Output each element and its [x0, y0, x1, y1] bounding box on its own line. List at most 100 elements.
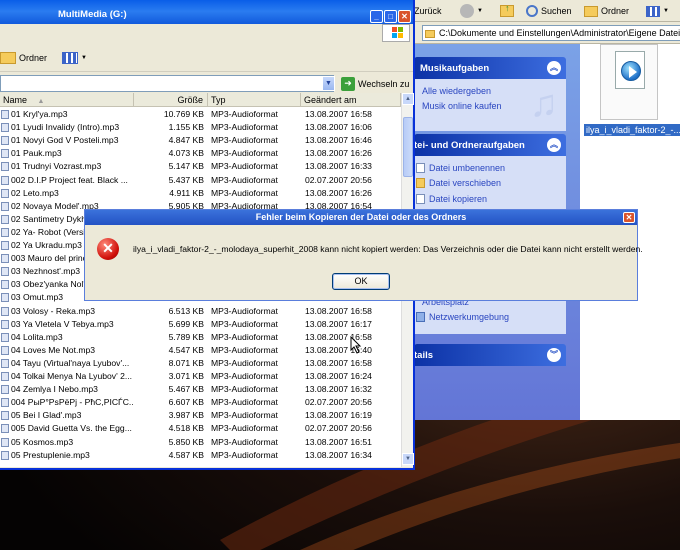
- address-input[interactable]: [0, 75, 334, 92]
- file-row[interactable]: 04 Lolita.mp3 5.789 KB MP3-Audioformat 13.0…: [0, 331, 401, 344]
- mp3-file-icon: [1, 411, 9, 421]
- mp3-file-icon: [1, 358, 9, 368]
- go-button[interactable]: ➜ Wechseln zu: [341, 75, 411, 92]
- file-size: 5.789 KB: [168, 331, 204, 342]
- file-row[interactable]: 05 Kosmos.mp3 5.850 KB MP3-Audioformat 13.0…: [0, 436, 401, 449]
- file-row[interactable]: 05 Prestuplenie.mp3 4.587 KB MP3-Audioform…: [0, 449, 401, 462]
- mp3-file-icon: [1, 149, 9, 159]
- file-size: 4.847 KB: [168, 135, 204, 146]
- forward-icon: [460, 4, 474, 18]
- mp3-file-icon: [1, 424, 9, 434]
- folders-button[interactable]: Ordner: [584, 3, 629, 19]
- folders-button[interactable]: Ordner: [0, 50, 47, 66]
- scroll-up-button[interactable]: ▲: [402, 93, 414, 105]
- column-header-modified[interactable]: Geändert am: [301, 93, 401, 107]
- file-row[interactable]: 04 Zemlya I Nebo.mp3 5.467 KB MP3-Audiofor…: [0, 383, 401, 396]
- views-button[interactable]: ▼: [646, 3, 669, 19]
- folders-label: Ordner: [601, 6, 630, 16]
- mp3-file-icon: [1, 254, 9, 264]
- mouse-cursor-icon: [350, 336, 362, 354]
- close-button[interactable]: ✕: [398, 10, 411, 23]
- music-tasks-panel: Musikaufgaben ︽ Alle wiedergeben Musik o…: [414, 57, 566, 131]
- file-row[interactable]: 005 David Guetta Vs. the Egg... 4.518 KB M…: [0, 422, 401, 435]
- move-file-link[interactable]: Datei verschieben: [414, 176, 566, 192]
- file-type: MP3-Audioformat: [211, 423, 278, 434]
- chevron-down-icon: ▼: [663, 8, 669, 14]
- file-name: 03 Volosy - Reka.mp3: [11, 305, 96, 316]
- file-size: 4.911 KB: [169, 187, 204, 198]
- mp3-file-icon: [1, 372, 9, 381]
- scrollbar-thumb[interactable]: [403, 117, 413, 177]
- file-name: 04 Zemlya I Nebo.mp3: [11, 384, 98, 395]
- file-type: MP3-Audioformat: [211, 305, 278, 316]
- details-header[interactable]: tails ︾: [414, 344, 566, 366]
- file-name: 03 Ya Vletela V Tebya.mp3: [11, 318, 114, 329]
- sort-ascending-icon: ▲: [37, 98, 45, 105]
- dialog-close-button[interactable]: ✕: [623, 212, 635, 223]
- file-size: 4.518 KB: [168, 423, 204, 434]
- mp3-file-icon: [1, 280, 9, 290]
- file-row[interactable]: 01 Lyudi Invalidy (Intro).mp3 1.155 KB MP3…: [0, 121, 401, 134]
- music-note-watermark-icon: ♫: [529, 83, 559, 125]
- expand-chevron-icon[interactable]: ︾: [547, 348, 561, 362]
- file-row[interactable]: 004 PыP°PsPёPj - PћC,PICЃC... 6.607 KB MP3…: [0, 396, 401, 409]
- file-type: MP3-Audioformat: [211, 148, 278, 159]
- back-button[interactable]: Zurück: [414, 3, 442, 19]
- file-row[interactable]: 01 Kryl'ya.mp3 10.769 KB MP3-Audioformat 13…: [0, 108, 401, 121]
- file-label[interactable]: ilya_i_vladi_faktor-2_-...: [584, 124, 680, 136]
- mp3-file-icon: [1, 385, 9, 395]
- file-row[interactable]: 01 Pauk.mp3 4.073 KB MP3-Audioformat 13.08.…: [0, 147, 401, 160]
- maximize-button[interactable]: □: [384, 10, 397, 23]
- music-tasks-header[interactable]: Musikaufgaben ︽: [414, 57, 566, 79]
- collapse-chevron-icon[interactable]: ︽: [547, 138, 561, 152]
- file-size: 1.155 KB: [168, 122, 204, 133]
- mp3-file-icon: [1, 267, 9, 277]
- ok-button[interactable]: OK: [332, 273, 390, 290]
- column-header-name[interactable]: Name ▲: [0, 93, 134, 107]
- file-tasks-header[interactable]: tei- und Ordneraufgaben ︽: [414, 134, 566, 156]
- rename-file-link[interactable]: Datei umbenennen: [414, 160, 566, 176]
- up-folder-button[interactable]: ↑: [500, 3, 514, 19]
- views-button[interactable]: ▼: [62, 50, 87, 66]
- collapse-chevron-icon[interactable]: ︽: [547, 61, 561, 75]
- file-row[interactable]: 05 Bei I Glad'.mp3 3.987 KB MP3-Audioforma…: [0, 409, 401, 422]
- scroll-down-button[interactable]: ▼: [402, 453, 414, 465]
- file-row[interactable]: 03 Volosy - Reka.mp3 6.513 KB MP3-Audiofor…: [0, 305, 401, 318]
- file-row[interactable]: 002 D.I.P Project feat. Black ... 5.437 K…: [0, 174, 401, 187]
- copy-label: Datei kopieren: [429, 193, 488, 204]
- network-places-link[interactable]: Netzwerkumgebung: [414, 310, 566, 326]
- column-header-type[interactable]: Typ: [208, 93, 301, 107]
- file-name: 004 PыP°PsPёPj - PћC,PICЃC...: [11, 397, 133, 408]
- file-size: 4.547 KB: [168, 344, 204, 355]
- file-size: 8.071 KB: [168, 357, 204, 368]
- file-row[interactable]: 04 Tayu (Virtual'naya Lyubov'... 8.071 KB…: [0, 357, 401, 370]
- file-type: MP3-Audioformat: [211, 187, 278, 198]
- search-button[interactable]: Suchen: [526, 3, 572, 19]
- column-header-size[interactable]: Größe: [134, 93, 208, 107]
- dialog-title: Fehler beim Kopieren der Datei oder des …: [255, 212, 467, 222]
- mp3-file-thumbnail[interactable]: [600, 44, 658, 120]
- mp3-file-icon: [1, 123, 9, 133]
- dialog-title-bar[interactable]: Fehler beim Kopieren der Datei oder des …: [85, 210, 637, 225]
- views-grid-icon: [62, 52, 78, 64]
- search-icon: [526, 5, 538, 17]
- file-row[interactable]: 04 Tolkai Menya Na Lyubov' 2... 3.071 KB M…: [0, 370, 401, 383]
- address-input[interactable]: C:\Dokumente und Einstellungen\Administr…: [422, 25, 680, 41]
- file-row[interactable]: 01 Novyi God V Posteli.mp3 4.847 KB MP3-Au…: [0, 134, 401, 147]
- copy-file-link[interactable]: Datei kopieren: [414, 191, 566, 207]
- file-type: MP3-Audioformat: [211, 410, 278, 421]
- file-row[interactable]: 02 Leto.mp3 4.911 KB MP3-Audioformat 13.08.…: [0, 187, 401, 200]
- forward-button[interactable]: ▼: [460, 3, 483, 19]
- minimize-button[interactable]: _: [370, 10, 383, 23]
- menu-bar: [0, 24, 413, 44]
- error-dialog: Fehler beim Kopieren der Datei oder des …: [84, 209, 643, 301]
- file-row[interactable]: 01 Trudnyi Vozrast.mp3 5.147 KB MP3-Audiof…: [0, 160, 401, 173]
- network-label: Netzwerkumgebung: [429, 312, 510, 323]
- file-size: 4.587 KB: [168, 449, 204, 460]
- file-modified: 13.08.2007 16:26: [305, 148, 372, 159]
- file-row[interactable]: 03 Ya Vletela V Tebya.mp3 5.699 KB MP3-Aud…: [0, 318, 401, 331]
- file-size: 10.769 KB: [163, 109, 204, 119]
- file-row[interactable]: 04 Loves Me Not.mp3 4.547 KB MP3-Audioform…: [0, 344, 401, 357]
- rename-icon: [416, 162, 425, 173]
- address-dropdown-button[interactable]: ▼: [322, 76, 335, 91]
